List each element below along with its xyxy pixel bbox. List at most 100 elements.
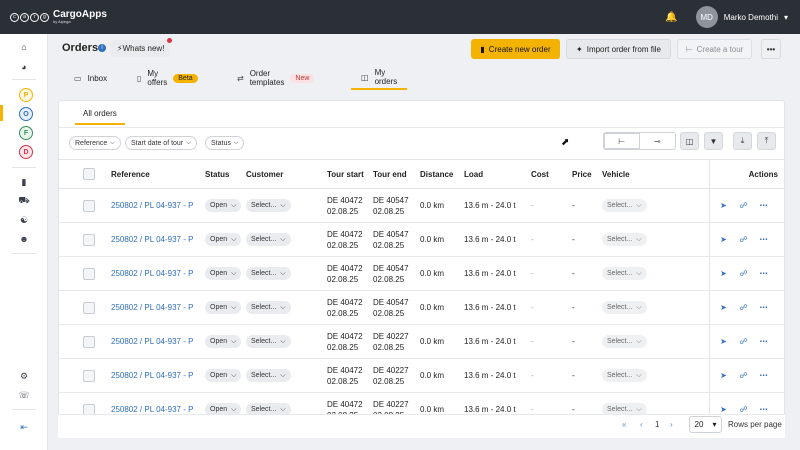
column-distance[interactable]: Distance	[420, 159, 464, 189]
home-icon[interactable]: ⌂	[18, 41, 30, 53]
assign-icon[interactable]: ☍	[738, 269, 750, 278]
more-icon[interactable]: ⋯	[758, 235, 770, 244]
order-reference-link[interactable]: 250802 / PL 04-937 - P	[111, 371, 193, 380]
more-icon[interactable]: ⋯	[758, 405, 770, 414]
vehicle-select[interactable]: Select... ⌵	[602, 369, 647, 382]
download-icon[interactable]: ⤓	[733, 132, 752, 150]
assign-icon[interactable]: ☍	[738, 303, 750, 312]
dashboard-icon[interactable]: ◕	[18, 61, 30, 73]
column-status[interactable]: Status	[205, 159, 246, 189]
send-icon[interactable]: ➤	[718, 269, 730, 278]
send-icon[interactable]: ➤	[718, 337, 730, 346]
whats-new-button[interactable]: ⚡ Whats new!	[111, 38, 173, 57]
table-row[interactable]: 250802 / PL 04-937 - P Open ⌵ Select... ⌵ DE …	[59, 256, 784, 291]
info-icon[interactable]: i	[98, 44, 106, 52]
status-select[interactable]: Open ⌵	[205, 199, 242, 212]
collapse-sidebar-icon[interactable]: ⇤	[18, 421, 30, 433]
status-select[interactable]: Open ⌵	[205, 301, 242, 314]
filter-start-date[interactable]: Start date of tour ⌵	[125, 136, 197, 150]
tab-my-offers[interactable]: ▯ My offers Beta	[137, 66, 198, 90]
table-row[interactable]: 250802 / PL 04-937 - P Open ⌵ Select... ⌵ DE …	[59, 222, 784, 257]
handshake-icon[interactable]: ☯	[18, 214, 30, 226]
order-reference-link[interactable]: 250802 / PL 04-937 - P	[111, 303, 193, 312]
more-options-button[interactable]: •••	[761, 39, 781, 59]
vehicle-select[interactable]: Select... ⌵	[602, 233, 647, 246]
create-new-order-button[interactable]: ▮ Create new order	[471, 39, 560, 59]
sidebar-item-f[interactable]: F	[19, 126, 33, 140]
order-reference-link[interactable]: 250802 / PL 04-937 - P	[111, 235, 193, 244]
column-tour-end[interactable]: Tour end	[373, 159, 420, 189]
first-page-icon[interactable]: «	[622, 420, 626, 429]
tab-my-orders[interactable]: ◫ My orders	[351, 66, 408, 90]
import-order-button[interactable]: ✦ Import order from file	[566, 39, 671, 59]
sidebar-item-d[interactable]: D	[19, 145, 33, 159]
row-checkbox[interactable]	[83, 335, 95, 348]
column-vehicle[interactable]: Vehicle	[602, 159, 709, 189]
bookmark-icon[interactable]: ▮	[18, 176, 30, 188]
status-select[interactable]: Open ⌵	[205, 335, 242, 348]
row-checkbox[interactable]	[83, 233, 95, 246]
column-cost[interactable]: Cost	[531, 159, 572, 189]
order-reference-link[interactable]: 250802 / PL 04-937 - P	[111, 201, 193, 210]
row-checkbox[interactable]	[83, 301, 95, 314]
row-checkbox[interactable]	[83, 267, 95, 280]
column-tour-start[interactable]: Tour start	[327, 159, 373, 189]
send-icon[interactable]: ➤	[718, 303, 730, 312]
gear-icon[interactable]: ⚙	[18, 370, 30, 382]
customer-select[interactable]: Select... ⌵	[246, 335, 291, 348]
column-reference[interactable]: Reference	[111, 159, 205, 189]
bell-icon[interactable]: 🔔	[665, 12, 677, 23]
customer-select[interactable]: Select... ⌵	[246, 233, 291, 246]
status-select[interactable]: Open ⌵	[205, 233, 242, 246]
vehicle-select[interactable]: Select... ⌵	[602, 267, 647, 280]
user-name[interactable]: Marko Demothi	[724, 13, 778, 22]
customer-select[interactable]: Select... ⌵	[246, 267, 291, 280]
order-reference-link[interactable]: 250802 / PL 04-937 - P	[111, 405, 193, 414]
send-icon[interactable]: ➤	[718, 201, 730, 210]
filter-icon[interactable]: ▼	[704, 132, 723, 150]
more-icon[interactable]: ⋯	[758, 337, 770, 346]
upload-icon[interactable]: ⤒	[757, 132, 776, 150]
avatar[interactable]: MD	[695, 6, 718, 28]
row-checkbox[interactable]	[83, 199, 95, 212]
sidebar-item-p[interactable]: P	[19, 88, 33, 102]
select-all-checkbox[interactable]	[83, 168, 95, 180]
order-reference-link[interactable]: 250802 / PL 04-937 - P	[111, 269, 193, 278]
users-icon[interactable]: ☻	[18, 233, 30, 245]
chevron-down-icon[interactable]: ▾	[784, 13, 788, 22]
more-icon[interactable]: ⋯	[758, 269, 770, 278]
column-load[interactable]: Load	[464, 159, 531, 189]
customer-select[interactable]: Select... ⌵	[246, 199, 291, 212]
column-price[interactable]: Price	[572, 159, 602, 189]
vehicle-select[interactable]: Select... ⌵	[602, 199, 647, 212]
send-icon[interactable]: ➤	[718, 235, 730, 244]
assign-icon[interactable]: ☍	[738, 235, 750, 244]
table-row[interactable]: 250802 / PL 04-937 - P Open ⌵ Select... ⌵ DE …	[59, 290, 784, 325]
status-select[interactable]: Open ⌵	[205, 267, 242, 280]
tour-view-icon[interactable]: ⊢	[604, 133, 640, 149]
route-view-icon[interactable]: ⊸	[640, 133, 676, 149]
vehicle-select[interactable]: Select... ⌵	[602, 335, 647, 348]
next-page-icon[interactable]: ›	[670, 420, 673, 429]
tab-inbox[interactable]: ▭ Inbox	[74, 66, 107, 90]
table-row[interactable]: 250802 / PL 04-937 - P Open ⌵ Select... ⌵ DE …	[59, 324, 784, 359]
brand-logo[interactable]: c a r g CargoApps by Alpega	[10, 10, 107, 24]
order-reference-link[interactable]: 250802 / PL 04-937 - P	[111, 337, 193, 346]
tab-all-orders[interactable]: All orders	[75, 103, 125, 125]
more-icon[interactable]: ⋯	[758, 201, 770, 210]
assign-icon[interactable]: ☍	[738, 337, 750, 346]
support-icon[interactable]: ☏	[18, 389, 30, 401]
send-icon[interactable]: ➤	[718, 405, 730, 414]
filter-status[interactable]: Status ⌵	[205, 136, 245, 150]
status-select[interactable]: Open ⌵	[205, 369, 242, 382]
column-customer[interactable]: Customer	[246, 159, 327, 189]
table-row[interactable]: 250802 / PL 04-937 - P Open ⌵ Select... ⌵ DE …	[59, 188, 784, 223]
previous-page-icon[interactable]: ‹	[640, 420, 643, 429]
vehicle-select[interactable]: Select... ⌵	[602, 301, 647, 314]
assign-icon[interactable]: ☍	[738, 405, 750, 414]
columns-icon[interactable]: ◫	[680, 132, 699, 150]
create-tour-button[interactable]: ⊢ Create a tour	[677, 39, 752, 59]
more-icon[interactable]: ⋯	[758, 371, 770, 380]
row-checkbox[interactable]	[83, 369, 95, 382]
tab-order-templates[interactable]: ⇄ Order templates New	[237, 66, 315, 90]
